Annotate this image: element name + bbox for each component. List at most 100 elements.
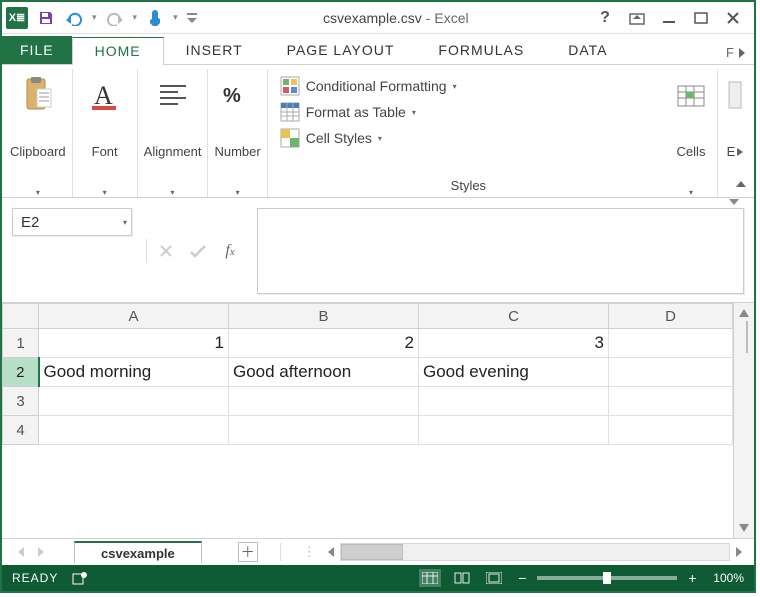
scrollbar-track[interactable]: [340, 543, 730, 561]
sheet-tab[interactable]: csvexample: [74, 541, 202, 563]
cancel-button[interactable]: [153, 238, 179, 264]
group-number[interactable]: % Number ▾: [208, 69, 267, 197]
touch-mode-button[interactable]: [143, 6, 167, 30]
tab-insert[interactable]: INSERT: [164, 36, 265, 64]
cell[interactable]: [39, 416, 229, 445]
group-clipboard[interactable]: Clipboard ▾: [4, 69, 73, 197]
dropdown-icon[interactable]: ▾: [36, 188, 40, 197]
insert-function-button[interactable]: fx: [217, 238, 243, 264]
dropdown-icon[interactable]: ▾: [131, 12, 140, 23]
cell[interactable]: [609, 358, 733, 387]
cell[interactable]: [609, 329, 733, 358]
group-font[interactable]: A Font ▾: [73, 69, 138, 197]
spreadsheet-grid[interactable]: A B C D 1 1 2 3 2 Good morning: [2, 303, 733, 538]
page-layout-view-button[interactable]: [451, 569, 473, 587]
maximize-button[interactable]: [688, 7, 714, 29]
enter-button[interactable]: [185, 238, 211, 264]
cell[interactable]: 1: [39, 329, 229, 358]
page-break-view-button[interactable]: [483, 569, 505, 587]
group-alignment[interactable]: Alignment ▾: [138, 69, 209, 197]
zoom-slider-thumb[interactable]: [603, 572, 611, 584]
conditional-formatting-button[interactable]: Conditional Formatting ▾: [280, 73, 657, 99]
expand-formula-bar-button[interactable]: [727, 197, 741, 209]
collapse-ribbon-button[interactable]: [734, 177, 748, 191]
cell[interactable]: [229, 387, 419, 416]
format-as-table-button[interactable]: Format as Table ▾: [280, 99, 657, 125]
tab-formulas[interactable]: FORMULAS: [416, 36, 546, 64]
tabs-more[interactable]: F: [718, 41, 754, 64]
dropdown-icon[interactable]: ▾: [123, 218, 127, 227]
dropdown-icon[interactable]: ▾: [90, 12, 99, 23]
dropdown-icon[interactable]: ▾: [171, 188, 175, 197]
zoom-out-button[interactable]: −: [515, 570, 529, 586]
undo-button[interactable]: [62, 6, 86, 30]
scrollbar-thumb[interactable]: [746, 321, 748, 353]
cell[interactable]: 3: [419, 329, 609, 358]
cell[interactable]: [419, 387, 609, 416]
vertical-scrollbar[interactable]: [733, 303, 754, 538]
scroll-left-button[interactable]: [322, 544, 338, 560]
scroll-up-button[interactable]: [736, 305, 752, 321]
cell[interactable]: [39, 387, 229, 416]
dropdown-icon[interactable]: ▾: [236, 188, 240, 197]
customize-qat-button[interactable]: [184, 6, 200, 30]
cell-styles-button[interactable]: Cell Styles ▾: [280, 125, 657, 151]
scrollbar-thumb[interactable]: [341, 544, 403, 560]
row-header[interactable]: 2: [3, 358, 39, 387]
row-header[interactable]: 3: [3, 387, 39, 416]
group-cells[interactable]: Cells ▾: [665, 69, 718, 197]
select-all-corner[interactable]: [3, 304, 39, 329]
table-row[interactable]: 4: [3, 416, 733, 445]
name-box[interactable]: E2 ▾: [12, 208, 132, 236]
dropdown-icon[interactable]: ▾: [171, 12, 180, 23]
font-label: Font: [92, 144, 118, 159]
close-button[interactable]: [720, 7, 746, 29]
cell[interactable]: Good evening: [419, 358, 609, 387]
save-button[interactable]: [34, 6, 58, 30]
col-header-c[interactable]: C: [419, 304, 609, 329]
cell[interactable]: [609, 416, 733, 445]
dropdown-icon[interactable]: ▾: [689, 188, 693, 197]
filename-label: csvexample.csv: [323, 10, 422, 26]
table-row[interactable]: 1 1 2 3: [3, 329, 733, 358]
scroll-down-button[interactable]: [736, 520, 752, 536]
zoom-slider[interactable]: [537, 576, 677, 580]
sheet-nav-prev[interactable]: [12, 547, 28, 557]
col-header-a[interactable]: A: [39, 304, 229, 329]
tab-file[interactable]: FILE: [2, 36, 72, 64]
minimize-button[interactable]: [656, 7, 682, 29]
table-row[interactable]: 3: [3, 387, 733, 416]
cell[interactable]: Good afternoon: [229, 358, 419, 387]
tab-data[interactable]: DATA: [546, 36, 629, 64]
conditional-formatting-label: Conditional Formatting: [306, 78, 447, 94]
redo-button[interactable]: [103, 6, 127, 30]
col-header-b[interactable]: B: [229, 304, 419, 329]
clipboard-label: Clipboard: [10, 144, 66, 159]
cell[interactable]: [419, 416, 609, 445]
cell[interactable]: 2: [229, 329, 419, 358]
tab-page-layout[interactable]: PAGE LAYOUT: [265, 36, 417, 64]
dropdown-icon[interactable]: ▾: [103, 188, 107, 197]
table-row[interactable]: 2 Good morning Good afternoon Good eveni…: [3, 358, 733, 387]
add-sheet-button[interactable]: ＋: [238, 542, 258, 562]
drag-handle-icon[interactable]: ⋮: [303, 544, 316, 560]
ribbon: Clipboard ▾ A Font ▾ Alignment ▾ % Numbe…: [2, 65, 754, 198]
column-headers[interactable]: A B C D: [3, 304, 733, 329]
cell[interactable]: Good morning: [39, 358, 229, 387]
formula-bar[interactable]: [257, 208, 744, 294]
sheet-nav-next[interactable]: [34, 547, 50, 557]
scroll-right-button[interactable]: [732, 544, 748, 560]
cell[interactable]: [609, 387, 733, 416]
help-button[interactable]: ?: [592, 7, 618, 29]
zoom-level-label[interactable]: 100%: [713, 571, 744, 585]
macro-recorder-icon[interactable]: [72, 571, 88, 585]
horizontal-scrollbar[interactable]: [322, 543, 748, 561]
normal-view-button[interactable]: [419, 569, 441, 587]
cell[interactable]: [229, 416, 419, 445]
ribbon-display-button[interactable]: [624, 7, 650, 29]
zoom-in-button[interactable]: +: [685, 570, 699, 586]
row-header[interactable]: 1: [3, 329, 39, 358]
row-header[interactable]: 4: [3, 416, 39, 445]
col-header-d[interactable]: D: [609, 304, 733, 329]
tab-home[interactable]: HOME: [72, 37, 164, 65]
